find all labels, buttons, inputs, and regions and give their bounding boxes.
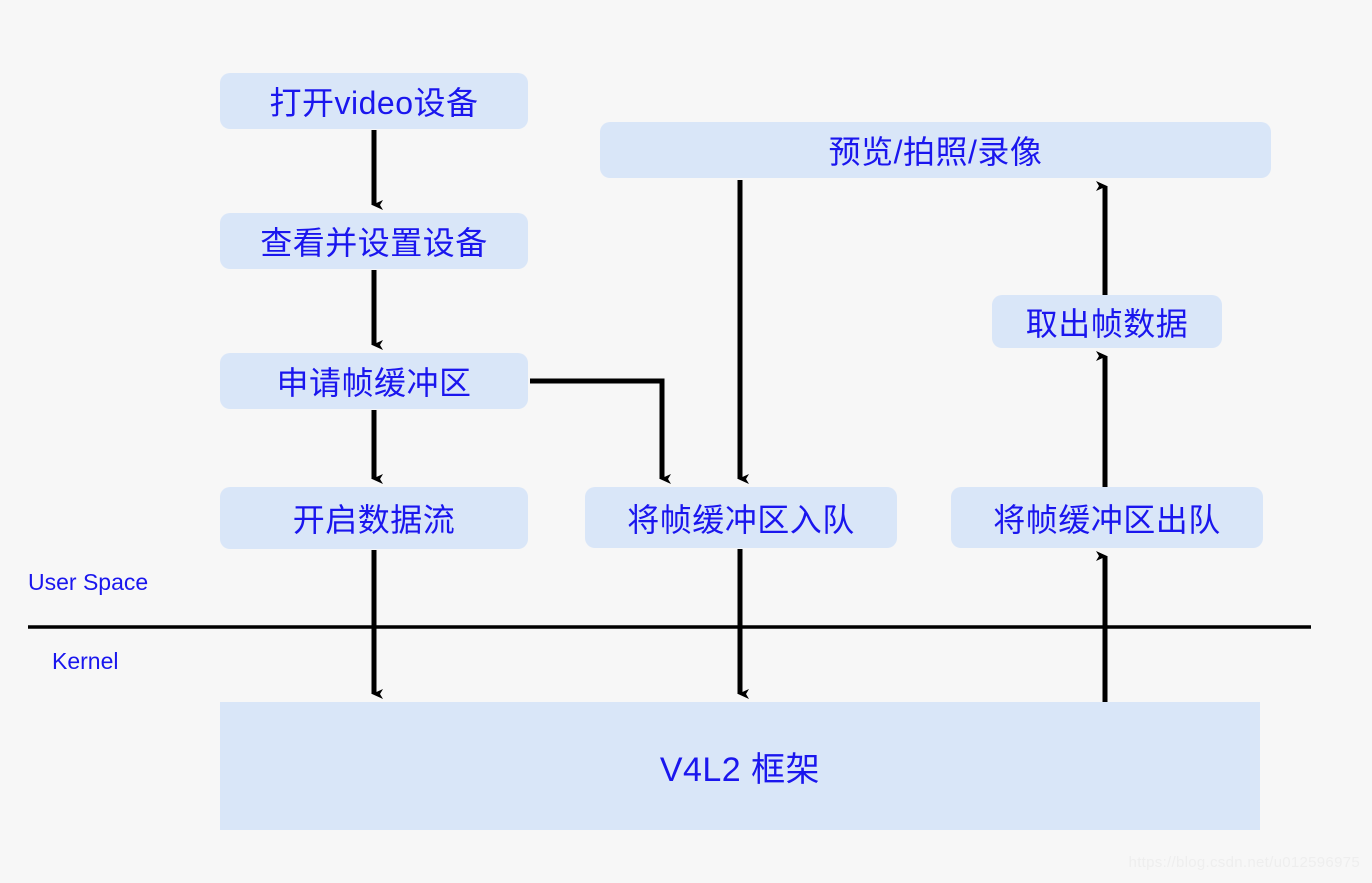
node-label: 取出帧数据 [1025, 305, 1189, 342]
node-label: 打开video设备 [269, 85, 479, 121]
node-label: 申请帧缓冲区 [276, 365, 472, 401]
diagram-canvas: 打开video设备 查看并设置设备 申请帧缓冲区 开启数据流 预览/拍照/录像 … [0, 0, 1372, 883]
node-label: 将帧缓冲区出队 [993, 501, 1221, 538]
node-query-and-configure-device[interactable]: 查看并设置设备 [220, 213, 528, 269]
node-v4l2-framework[interactable]: V4L2 框架 [220, 702, 1260, 830]
node-enqueue-frame-buffer[interactable]: 将帧缓冲区入队 [585, 487, 897, 548]
edge-reqbuf-to-qbuf [530, 378, 671, 484]
node-label: 预览/拍照/录像 [828, 134, 1043, 170]
node-label: V4L2 框架 [659, 750, 821, 789]
node-fetch-frame-data[interactable]: 取出帧数据 [992, 295, 1222, 348]
node-preview-photo-record[interactable]: 预览/拍照/录像 [600, 122, 1271, 178]
node-label: 开启数据流 [292, 502, 456, 538]
node-start-stream[interactable]: 开启数据流 [220, 487, 528, 549]
watermark: https://blog.csdn.net/u012596975 [1128, 854, 1360, 871]
node-request-frame-buffers[interactable]: 申请帧缓冲区 [220, 353, 528, 409]
node-dequeue-frame-buffer[interactable]: 将帧缓冲区出队 [951, 487, 1263, 548]
node-open-video-device[interactable]: 打开video设备 [220, 73, 528, 129]
node-label: 将帧缓冲区入队 [627, 501, 855, 538]
zone-label-user-space: User Space [28, 569, 149, 595]
node-label: 查看并设置设备 [260, 225, 488, 261]
zone-label-kernel: Kernel [52, 648, 119, 674]
